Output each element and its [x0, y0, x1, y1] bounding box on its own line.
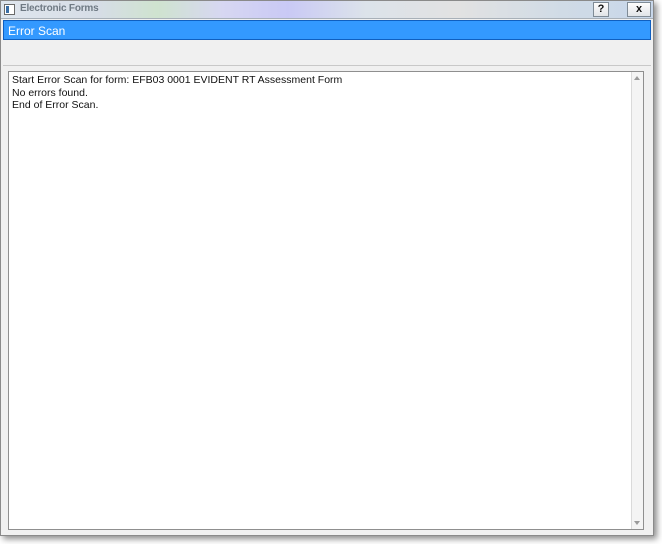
- log-line: No errors found.: [12, 86, 88, 99]
- title-bar[interactable]: Electronic Forms ? x: [1, 1, 653, 19]
- form-icon: [4, 4, 15, 15]
- question-mark-icon: ?: [597, 3, 605, 15]
- error-scan-log[interactable]: Start Error Scan for form: EFB03 0001 EV…: [8, 71, 644, 530]
- log-text: Start Error Scan for form: EFB03 0001 EV…: [12, 74, 622, 112]
- close-icon: x: [635, 3, 643, 15]
- log-line: Start Error Scan for form: EFB03 0001 EV…: [12, 74, 343, 86]
- help-button[interactable]: ?: [593, 2, 609, 17]
- window-title: Electronic Forms: [20, 3, 99, 14]
- up-arrow-icon[interactable]: [634, 76, 640, 80]
- electronic-forms-window: Electronic Forms ? x Error Scan Start Er…: [0, 0, 654, 536]
- down-arrow-icon[interactable]: [634, 521, 640, 525]
- log-line: End of Error Scan.: [12, 99, 99, 112]
- error-scan-header: Error Scan: [3, 20, 651, 40]
- header-label: Error Scan: [8, 24, 66, 38]
- header-spacer: [3, 40, 651, 66]
- vertical-scrollbar[interactable]: [631, 72, 643, 529]
- close-button[interactable]: x: [627, 2, 651, 17]
